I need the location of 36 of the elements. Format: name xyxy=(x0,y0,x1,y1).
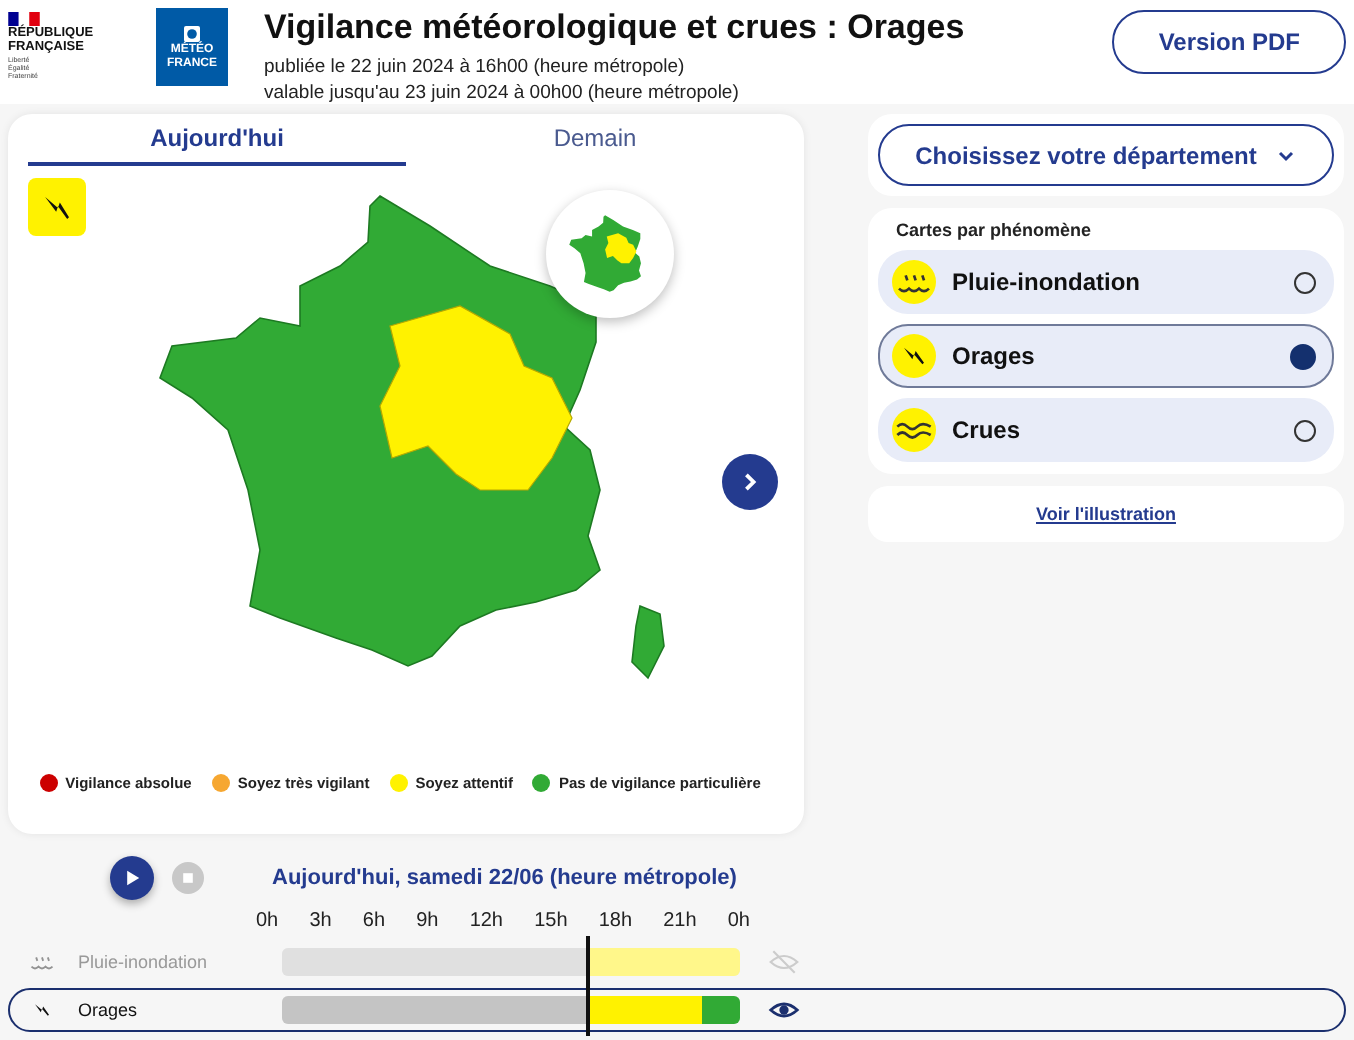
illustration-link[interactable]: Voir l'illustration xyxy=(1036,504,1176,524)
hour-label: 6h xyxy=(362,910,386,932)
timeline-row[interactable]: Orages xyxy=(8,988,1346,1032)
phenomenon-option[interactable]: Orages xyxy=(878,324,1334,388)
timeline-title: Aujourd'hui, samedi 22/06 (heure métropole) xyxy=(272,866,737,890)
published-text: publiée le 22 juin 2024 à 16h00 (heure métropole) xyxy=(264,54,687,80)
hour-label: 15h xyxy=(534,910,568,932)
phenomenon-label: Crues xyxy=(952,416,1023,444)
radio-button[interactable] xyxy=(1290,343,1316,369)
flag-icon xyxy=(8,12,40,26)
radio-button[interactable] xyxy=(1294,271,1316,293)
hour-label: 0h xyxy=(727,910,750,932)
phenomenon-label: Pluie-inondation xyxy=(952,268,1142,296)
row-label: Orages xyxy=(78,1000,140,1020)
department-dropdown[interactable]: Choisissez votre département xyxy=(878,124,1334,186)
pdf-button[interactable]: Version PDF xyxy=(1112,10,1346,74)
phenomenon-label: Orages xyxy=(952,342,1037,370)
phenomenon-option[interactable]: Pluie-inondation xyxy=(878,250,1334,314)
page-title: Vigilance météorologique et crues : Orages xyxy=(264,8,967,48)
play-button[interactable] xyxy=(110,856,154,900)
hour-label: 9h xyxy=(416,910,439,932)
phenomenon-option[interactable]: Crues xyxy=(878,398,1334,462)
hour-label: 0h xyxy=(256,910,279,932)
hour-label: 21h xyxy=(663,910,697,932)
section-title: Cartes par phénomène xyxy=(896,220,1094,240)
overview-map[interactable] xyxy=(546,190,674,318)
day-tab[interactable]: Aujourd'hui xyxy=(28,114,406,166)
hour-label: 12h xyxy=(469,910,503,932)
hour-label: 18h xyxy=(598,910,633,932)
validity-text: valable jusqu'au 23 juin 2024 à 00h00 (heure métropole) xyxy=(264,80,741,106)
day-tab[interactable]: Demain xyxy=(406,114,784,166)
logo-icon xyxy=(182,23,202,43)
radio-button[interactable] xyxy=(1294,419,1316,441)
hour-label: 3h xyxy=(309,910,332,932)
next-button[interactable] xyxy=(722,454,778,510)
row-label: Pluie-inondation xyxy=(78,952,210,972)
